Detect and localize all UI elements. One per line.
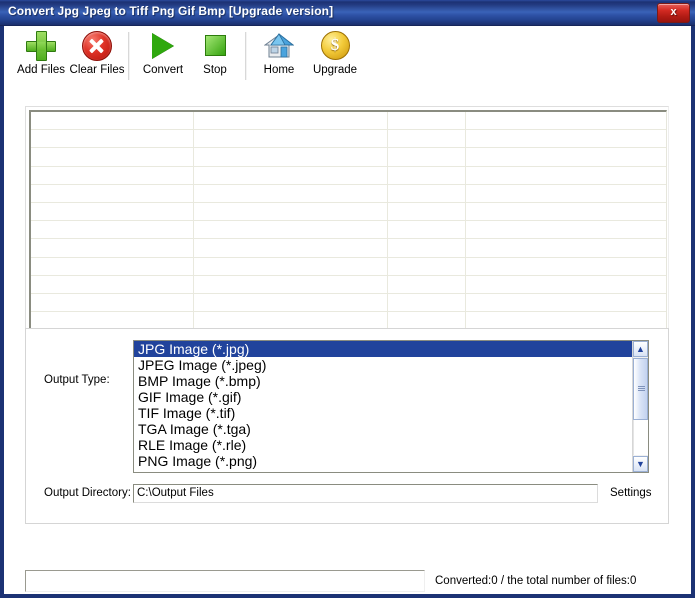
toolbar-button-clear-files[interactable]: Clear Files bbox=[68, 28, 126, 86]
file-list-panel bbox=[25, 106, 669, 333]
file-list-grid[interactable] bbox=[29, 110, 667, 330]
output-type-label: Output Type: bbox=[44, 374, 110, 386]
house-icon bbox=[250, 28, 308, 64]
green-square-icon bbox=[186, 28, 244, 64]
column-divider-3 bbox=[465, 112, 466, 329]
toolbar-button-upgrade[interactable]: $ Upgrade bbox=[306, 28, 364, 86]
status-text: Converted:0 / the total number of files:… bbox=[435, 575, 637, 587]
table-row[interactable] bbox=[31, 239, 666, 258]
toolbar-label-add-files: Add Files bbox=[17, 64, 65, 76]
scroll-up-button[interactable]: ▲ bbox=[633, 341, 648, 357]
gold-dollar-coin-icon: $ bbox=[306, 28, 364, 64]
list-item[interactable]: TGA Image (*.tga) bbox=[134, 421, 632, 437]
chevron-down-icon: ▼ bbox=[636, 459, 645, 469]
settings-button[interactable]: Settings bbox=[610, 487, 652, 499]
output-directory-label: Output Directory: bbox=[44, 487, 131, 499]
toolbar-separator-1 bbox=[128, 32, 130, 80]
toolbar-button-convert[interactable]: Convert bbox=[134, 28, 192, 86]
output-type-listbox[interactable]: JPG Image (*.jpg) JPEG Image (*.jpeg) BMP … bbox=[133, 340, 649, 473]
table-row[interactable] bbox=[31, 221, 666, 240]
column-divider-2 bbox=[387, 112, 388, 329]
list-item[interactable]: EMF Image (*.emf) bbox=[134, 469, 632, 472]
table-row[interactable] bbox=[31, 258, 666, 276]
chevron-up-icon: ▲ bbox=[636, 344, 645, 354]
progress-bar bbox=[25, 570, 425, 592]
table-row[interactable] bbox=[31, 203, 666, 222]
title-bar: Convert Jpg Jpeg to Tiff Png Gif Bmp [Up… bbox=[0, 0, 695, 26]
output-type-scrollbar[interactable]: ▲ ▼ bbox=[632, 341, 648, 472]
list-item[interactable]: BMP Image (*.bmp) bbox=[134, 373, 632, 389]
green-plus-icon bbox=[12, 28, 70, 64]
table-row[interactable] bbox=[31, 276, 666, 294]
toolbar-button-stop[interactable]: Stop bbox=[186, 28, 244, 86]
output-directory-input[interactable]: C:\Output Files bbox=[133, 484, 598, 503]
green-play-icon bbox=[134, 28, 192, 64]
scroll-down-button[interactable]: ▼ bbox=[633, 456, 648, 472]
table-row[interactable] bbox=[31, 185, 666, 203]
red-circle-x-icon bbox=[68, 28, 126, 64]
toolbar: Add Files Clear Files Convert Stop Home … bbox=[4, 26, 691, 88]
application-window: Convert Jpg Jpeg to Tiff Png Gif Bmp [Up… bbox=[0, 0, 695, 598]
table-row[interactable] bbox=[31, 294, 666, 313]
output-settings-panel: Output Type: JPG Image (*.jpg) JPEG Image… bbox=[25, 328, 669, 524]
toolbar-label-clear-files: Clear Files bbox=[69, 64, 125, 76]
toolbar-label-convert: Convert bbox=[142, 64, 184, 76]
close-icon: x bbox=[670, 6, 677, 18]
table-row[interactable] bbox=[31, 167, 666, 185]
list-item[interactable]: JPEG Image (*.jpeg) bbox=[134, 357, 632, 373]
close-button[interactable]: x bbox=[657, 3, 690, 23]
toolbar-label-home: Home bbox=[263, 64, 295, 76]
list-item[interactable]: TIF Image (*.tif) bbox=[134, 405, 632, 421]
toolbar-button-home[interactable]: Home bbox=[250, 28, 308, 86]
toolbar-label-upgrade: Upgrade bbox=[312, 64, 358, 76]
list-item[interactable]: GIF Image (*.gif) bbox=[134, 389, 632, 405]
list-item[interactable]: RLE Image (*.rle) bbox=[134, 437, 632, 453]
scrollbar-grip-icon bbox=[638, 386, 645, 392]
column-divider-1 bbox=[193, 112, 194, 329]
table-row[interactable] bbox=[31, 148, 666, 167]
toolbar-separator-2 bbox=[245, 32, 247, 80]
scrollbar-track[interactable] bbox=[633, 420, 648, 455]
table-row[interactable] bbox=[31, 130, 666, 149]
client-area: Add Files Clear Files Convert Stop Home … bbox=[4, 26, 691, 594]
toolbar-button-add-files[interactable]: Add Files bbox=[12, 28, 70, 86]
list-item[interactable]: PNG Image (*.png) bbox=[134, 453, 632, 469]
list-item[interactable]: JPG Image (*.jpg) bbox=[134, 341, 632, 357]
toolbar-label-stop: Stop bbox=[203, 64, 227, 76]
table-row[interactable] bbox=[31, 112, 666, 131]
scrollbar-thumb[interactable] bbox=[633, 358, 648, 420]
window-title: Convert Jpg Jpeg to Tiff Png Gif Bmp [Up… bbox=[8, 4, 334, 18]
